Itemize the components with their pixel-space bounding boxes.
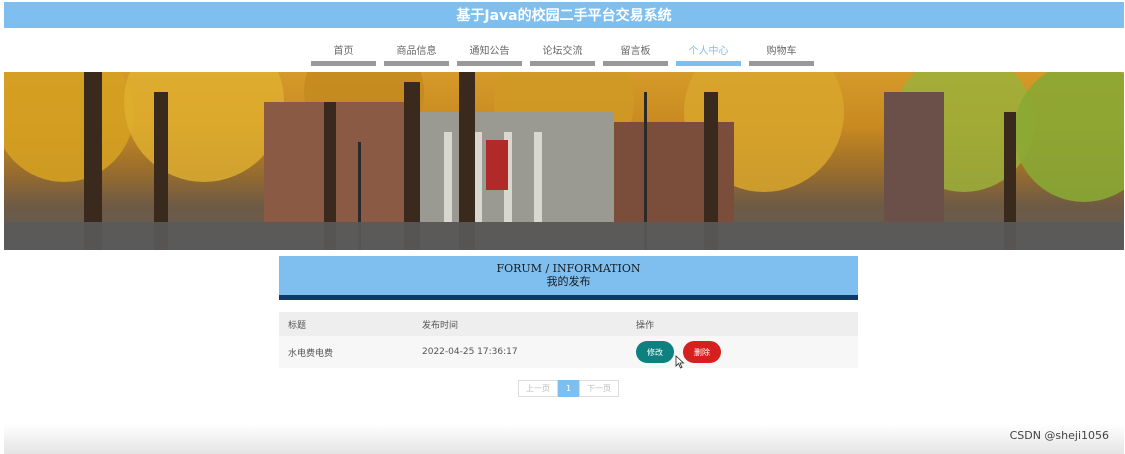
watermark-text: CSDN @sheji1056: [1009, 429, 1109, 442]
delete-button[interactable]: 删除: [683, 341, 721, 363]
nav-item-cart[interactable]: 购物车: [749, 38, 814, 66]
section-title-en: FORUM / INFORMATION: [496, 262, 641, 275]
my-posts-table: 标题 发布时间 操作 水电费电费 2022-04-25 17:36:17 修改 …: [279, 312, 858, 368]
edit-button[interactable]: 修改: [636, 341, 674, 363]
pagination: 上一页 1 下一页: [518, 380, 619, 397]
nav-item-products[interactable]: 商品信息: [384, 38, 449, 66]
nav-item-notices[interactable]: 通知公告: [457, 38, 522, 66]
campus-banner-image: [4, 72, 1124, 250]
mouse-cursor-icon: [675, 355, 685, 369]
section-header: FORUM / INFORMATION 我的发布: [279, 256, 858, 300]
footer-bar: [4, 424, 1124, 454]
page-number-button[interactable]: 1: [558, 380, 579, 397]
column-header-actions: 操作: [636, 320, 655, 331]
cell-post-title: 水电费电费: [288, 348, 334, 359]
cell-post-time: 2022-04-25 17:36:17: [422, 347, 518, 357]
section-title-zh: 我的发布: [546, 275, 591, 288]
table-row: 水电费电费 2022-04-25 17:36:17 修改 删除: [279, 336, 858, 368]
table-header-row: 标题 发布时间 操作: [279, 312, 858, 336]
main-nav: 首页 商品信息 通知公告 论坛交流 留言板 个人中心 购物车: [0, 38, 1125, 68]
site-title: 基于Java的校园二手平台交易系统: [456, 8, 672, 24]
next-page-button[interactable]: 下一页: [579, 380, 619, 397]
column-header-time: 发布时间: [422, 320, 459, 331]
nav-item-forum[interactable]: 论坛交流: [530, 38, 595, 66]
nav-item-home[interactable]: 首页: [311, 38, 376, 66]
prev-page-button[interactable]: 上一页: [518, 380, 558, 397]
site-title-bar: 基于Java的校园二手平台交易系统: [4, 2, 1124, 28]
cell-actions: 修改 删除: [627, 341, 858, 363]
nav-item-personal-center[interactable]: 个人中心: [676, 38, 741, 66]
column-header-title: 标题: [288, 320, 307, 331]
nav-item-messages[interactable]: 留言板: [603, 38, 668, 66]
